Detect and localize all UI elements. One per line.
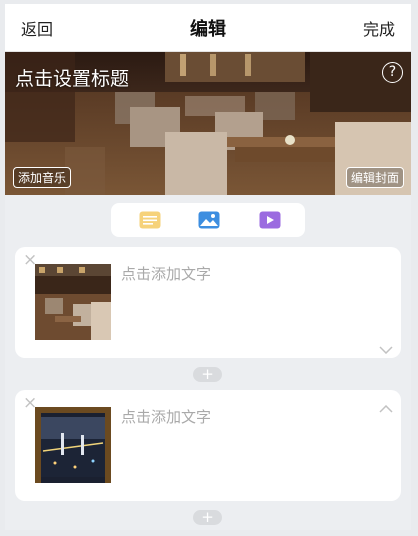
chevron-down-icon[interactable] [379, 339, 393, 358]
image-icon[interactable] [198, 211, 220, 233]
help-icon[interactable]: ? [382, 62, 403, 83]
add-section-button[interactable]: + [193, 510, 222, 525]
cover-title[interactable]: 点击设置标题 [15, 64, 129, 91]
done-button[interactable]: 完成 [363, 16, 395, 40]
section-image[interactable] [35, 407, 111, 483]
page-title: 编辑 [190, 19, 226, 40]
content-card: × 点击添加文字 [15, 390, 401, 501]
section-text-input[interactable]: 点击添加文字 [121, 263, 211, 284]
edit-cover-button[interactable]: 编辑封面 [345, 167, 404, 188]
text-icon[interactable] [139, 211, 161, 233]
chevron-up-icon[interactable] [379, 398, 393, 417]
navigation-bar: 返回 编辑 完成 [5, 4, 411, 52]
cover-image[interactable]: 点击设置标题 ? 添加音乐 编辑封面 [5, 52, 411, 195]
video-icon[interactable] [259, 211, 281, 233]
content-card: × 点击添加文字 [15, 247, 401, 358]
editor-screen: 返回 编辑 完成 点击设置标题 ? 添加音乐 编辑封面 × 点击添加文字 + ×… [5, 4, 411, 530]
add-section-button[interactable]: + [193, 367, 222, 382]
insert-toolbar [111, 203, 305, 237]
add-music-button[interactable]: 添加音乐 [13, 167, 72, 188]
section-image[interactable] [35, 264, 111, 340]
section-text-input[interactable]: 点击添加文字 [121, 406, 211, 427]
